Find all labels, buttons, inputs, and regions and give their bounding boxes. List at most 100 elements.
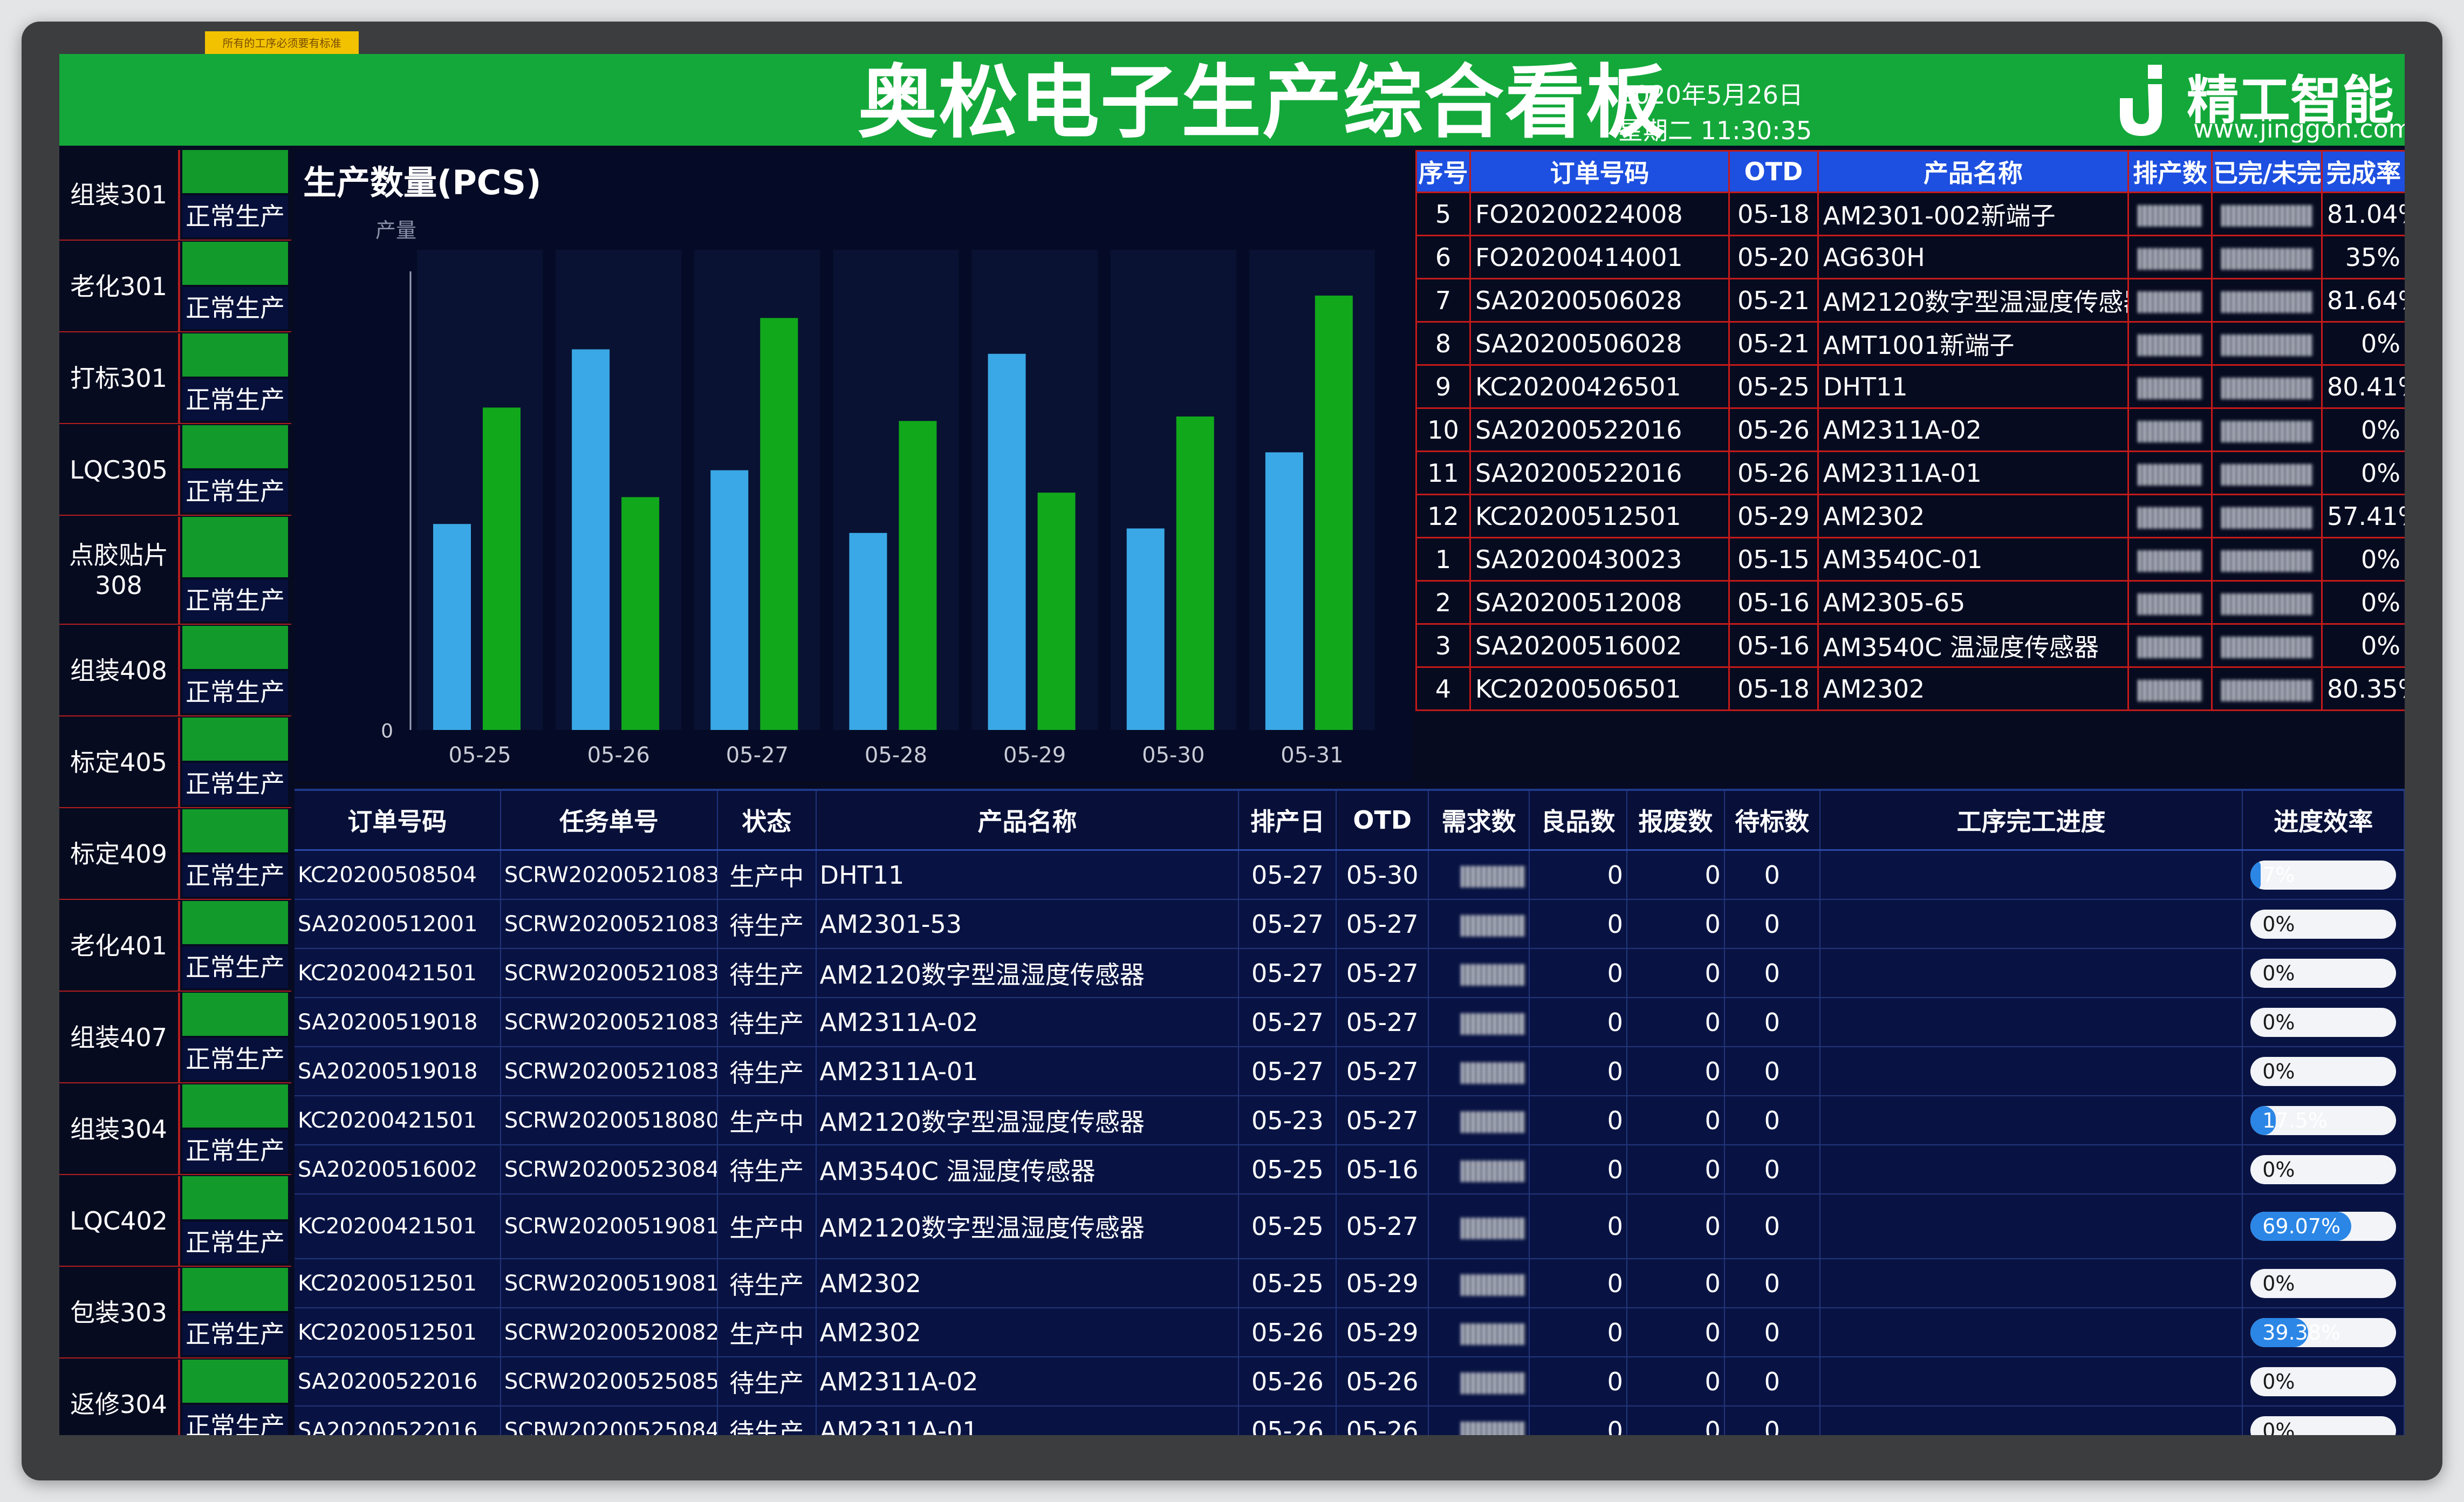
blurred-value	[1461, 1111, 1526, 1133]
orders-column-header: 订单号码	[1469, 150, 1730, 193]
task-good-count: 0	[1529, 1259, 1627, 1308]
order-row[interactable]: 6 FO20200414001 05-20 AG630H 35%	[1415, 235, 2405, 279]
orders-table: 序号 订单号码 OTD 产品名称 排产数 已完/未完 完成率 5 FO20200224008 0…	[1415, 150, 2405, 711]
task-row[interactable]: KC20200421501 SCRW202005180809 生产中 AM2120数字…	[295, 1096, 2405, 1145]
order-row[interactable]: 12KC2020051250105-29AM2302 57.41%	[1415, 494, 2405, 538]
order-row[interactable]: 9KC2020042650105-25DHT11 80.41%	[1415, 364, 2405, 409]
order-quantity-blurred	[2127, 623, 2213, 668]
order-seq: 12	[1415, 494, 1471, 538]
task-pending-count: 0	[1724, 1194, 1820, 1259]
order-row[interactable]: 7SA2020050602805-21AM2120数字型温湿度传感器 81.64%	[1415, 278, 2405, 323]
blurred-value	[2221, 248, 2313, 270]
blurred-value	[1461, 1422, 1526, 1435]
station-row[interactable]: 包装303 正常生产	[59, 1268, 291, 1358]
station-status-indicator	[182, 242, 288, 285]
station-status-indicator	[182, 718, 288, 761]
order-seq: 9	[1415, 364, 1471, 409]
station-status-indicator	[182, 1084, 288, 1128]
task-row[interactable]: SA20200516002 SCRW202005230842 待生产 AM3540C …	[295, 1145, 2405, 1194]
task-row[interactable]: KC20200508504 SCRW202005210833 生产中 DHT11 05-…	[295, 850, 2405, 900]
order-row[interactable]: 8 SA20200506028 05-21 AMT1001新端子 0%	[1415, 321, 2405, 366]
progress-text: 0%	[2262, 1059, 2295, 1083]
station-name: 打标301	[59, 333, 180, 423]
header-time: 星期二 11:30:35	[1618, 116, 1812, 145]
task-product: AM2120数字型温湿度传感器	[816, 1194, 1240, 1259]
task-process-progress	[1819, 1145, 2243, 1194]
station-row[interactable]: LQC305 正常生产	[59, 425, 291, 516]
station-row[interactable]: 组装408 正常生产	[59, 626, 291, 716]
task-row[interactable]: KC20200512501 SCRW202005190819 待生产 AM2302 05…	[295, 1259, 2405, 1308]
progress-text: 0%	[2262, 1157, 2295, 1182]
production-chart-panel: 0 05-25 05-26 05-27 05-28 05-29 05-30 05-31 生产数…	[295, 150, 1411, 781]
station-status: 正常生产	[182, 763, 288, 805]
order-row[interactable]: 1 SA20200430023 05-15 AM3540C-01 0%	[1415, 537, 2405, 582]
order-row[interactable]: 2 SA20200512008 05-16 AM2305-65 0%	[1415, 580, 2405, 625]
blurred-value	[2138, 680, 2202, 701]
task-otd: 05-27	[1336, 1194, 1429, 1259]
station-status-indicator	[182, 1268, 288, 1311]
task-row[interactable]: SA20200522016 SCRW202005250848 待生产 AM2311A-…	[295, 1406, 2405, 1435]
station-row[interactable]: 老化401 正常生产	[59, 901, 291, 992]
order-done-blurred	[2211, 450, 2323, 495]
order-row[interactable]: 3 SA20200516002 05-16 AM3540C 温湿度传感器 0%	[1415, 623, 2405, 668]
task-status: 生产中	[717, 1308, 817, 1357]
order-row[interactable]: 11 SA20200522016 05-26 AM2311A-01 0%	[1415, 450, 2405, 495]
task-row[interactable]: KC20200421501 SCRW202005190816 生产中 AM2120数字…	[295, 1194, 2405, 1259]
progress-text: 69.07%	[2262, 1214, 2341, 1238]
task-process-progress	[1819, 1096, 2243, 1145]
order-done-blurred	[2211, 623, 2323, 668]
task-status: 待生产	[717, 1259, 817, 1308]
task-process-progress	[1819, 850, 2243, 900]
station-row[interactable]: 打标301 正常生产	[59, 333, 291, 424]
task-scrap-count: 0	[1626, 1357, 1725, 1407]
task-good-count: 0	[1529, 1194, 1627, 1259]
orders-column-header: 已完/未完	[2211, 150, 2323, 193]
station-row[interactable]: 标定405 正常生产	[59, 718, 291, 808]
chart-bar	[1315, 295, 1353, 730]
order-number: SA20200430023	[1469, 537, 1730, 582]
progress-text: 0%	[2262, 1369, 2295, 1394]
order-seq: 2	[1415, 580, 1471, 625]
dashboard-screen: 奥松电子生产综合看板 2020年5月26日 星期二 11:30:35 精工智能 …	[59, 54, 2405, 1435]
order-number: SA20200522016	[1469, 407, 1730, 452]
task-number: SCRW202005210832	[500, 948, 718, 998]
task-row[interactable]: SA20200519018 SCRW202005210839 待生产 AM2311A-…	[295, 1047, 2405, 1096]
task-scrap-count: 0	[1626, 1308, 1725, 1357]
station-row[interactable]: 返修304 正常生产	[59, 1360, 291, 1435]
task-row[interactable]: SA20200522016 SCRW202005250850 待生产 AM2311A-…	[295, 1357, 2405, 1407]
task-status: 生产中	[717, 850, 817, 900]
order-quantity-blurred	[2127, 537, 2213, 582]
order-row[interactable]: 4KC2020050650105-18AM2302 80.35%	[1415, 666, 2405, 711]
order-quantity-blurred	[2127, 666, 2213, 711]
tasks-panel: 订单号码 任务单号 状态 产品名称 排产日 OTD 需求数 良品数 报废数 待标数 工序完工进度 进度…	[295, 789, 2405, 1435]
order-completion-rate: 0%	[2321, 623, 2405, 668]
station-name: 组装408	[59, 626, 180, 715]
task-number: SCRW202005200829	[500, 1308, 718, 1357]
order-quantity-blurred	[2127, 192, 2213, 236]
task-schedule-date: 05-23	[1238, 1096, 1337, 1145]
task-number: SCRW202005250848	[500, 1406, 718, 1435]
task-process-progress	[1819, 1194, 2243, 1259]
task-row[interactable]: KC20200421501 SCRW202005210832 待生产 AM2120数字…	[295, 948, 2405, 998]
blurred-value	[2221, 205, 2313, 227]
station-row[interactable]: LQC402 正常生产	[59, 1176, 291, 1267]
station-row[interactable]: 组装304 正常生产	[59, 1084, 291, 1175]
task-row[interactable]: SA20200519018 SCRW202005210837 待生产 AM2311A-…	[295, 998, 2405, 1047]
task-otd: 05-29	[1336, 1308, 1429, 1357]
page-title: 奥松电子生产综合看板	[858, 56, 1667, 149]
order-row[interactable]: 10 SA20200522016 05-26 AM2311A-02 0%	[1415, 407, 2405, 452]
task-row[interactable]: SA20200512001 SCRW202005210838 待生产 AM2301-5…	[295, 899, 2405, 949]
station-row[interactable]: 老化301 正常生产	[59, 242, 291, 332]
progress-bar: 0%	[2250, 958, 2397, 988]
station-row[interactable]: 组装301 正常生产	[59, 150, 291, 241]
task-efficiency-cell: 69.07%	[2242, 1194, 2405, 1259]
task-row[interactable]: KC20200512501 SCRW202005200829 生产中 AM2302 05…	[295, 1308, 2405, 1357]
order-row[interactable]: 5FO2020022400805-18AM2301-002新端子 81.04%	[1415, 192, 2405, 236]
chart-x-tick-label: 05-31	[1281, 743, 1343, 768]
station-row[interactable]: 点胶贴片308 正常生产	[59, 517, 291, 625]
order-quantity-blurred	[2127, 364, 2213, 409]
station-name: 老化401	[59, 901, 180, 991]
station-row[interactable]: 组装407 正常生产	[59, 993, 291, 1083]
order-number: FO20200414001	[1469, 235, 1730, 279]
station-row[interactable]: 标定409 正常生产	[59, 809, 291, 900]
